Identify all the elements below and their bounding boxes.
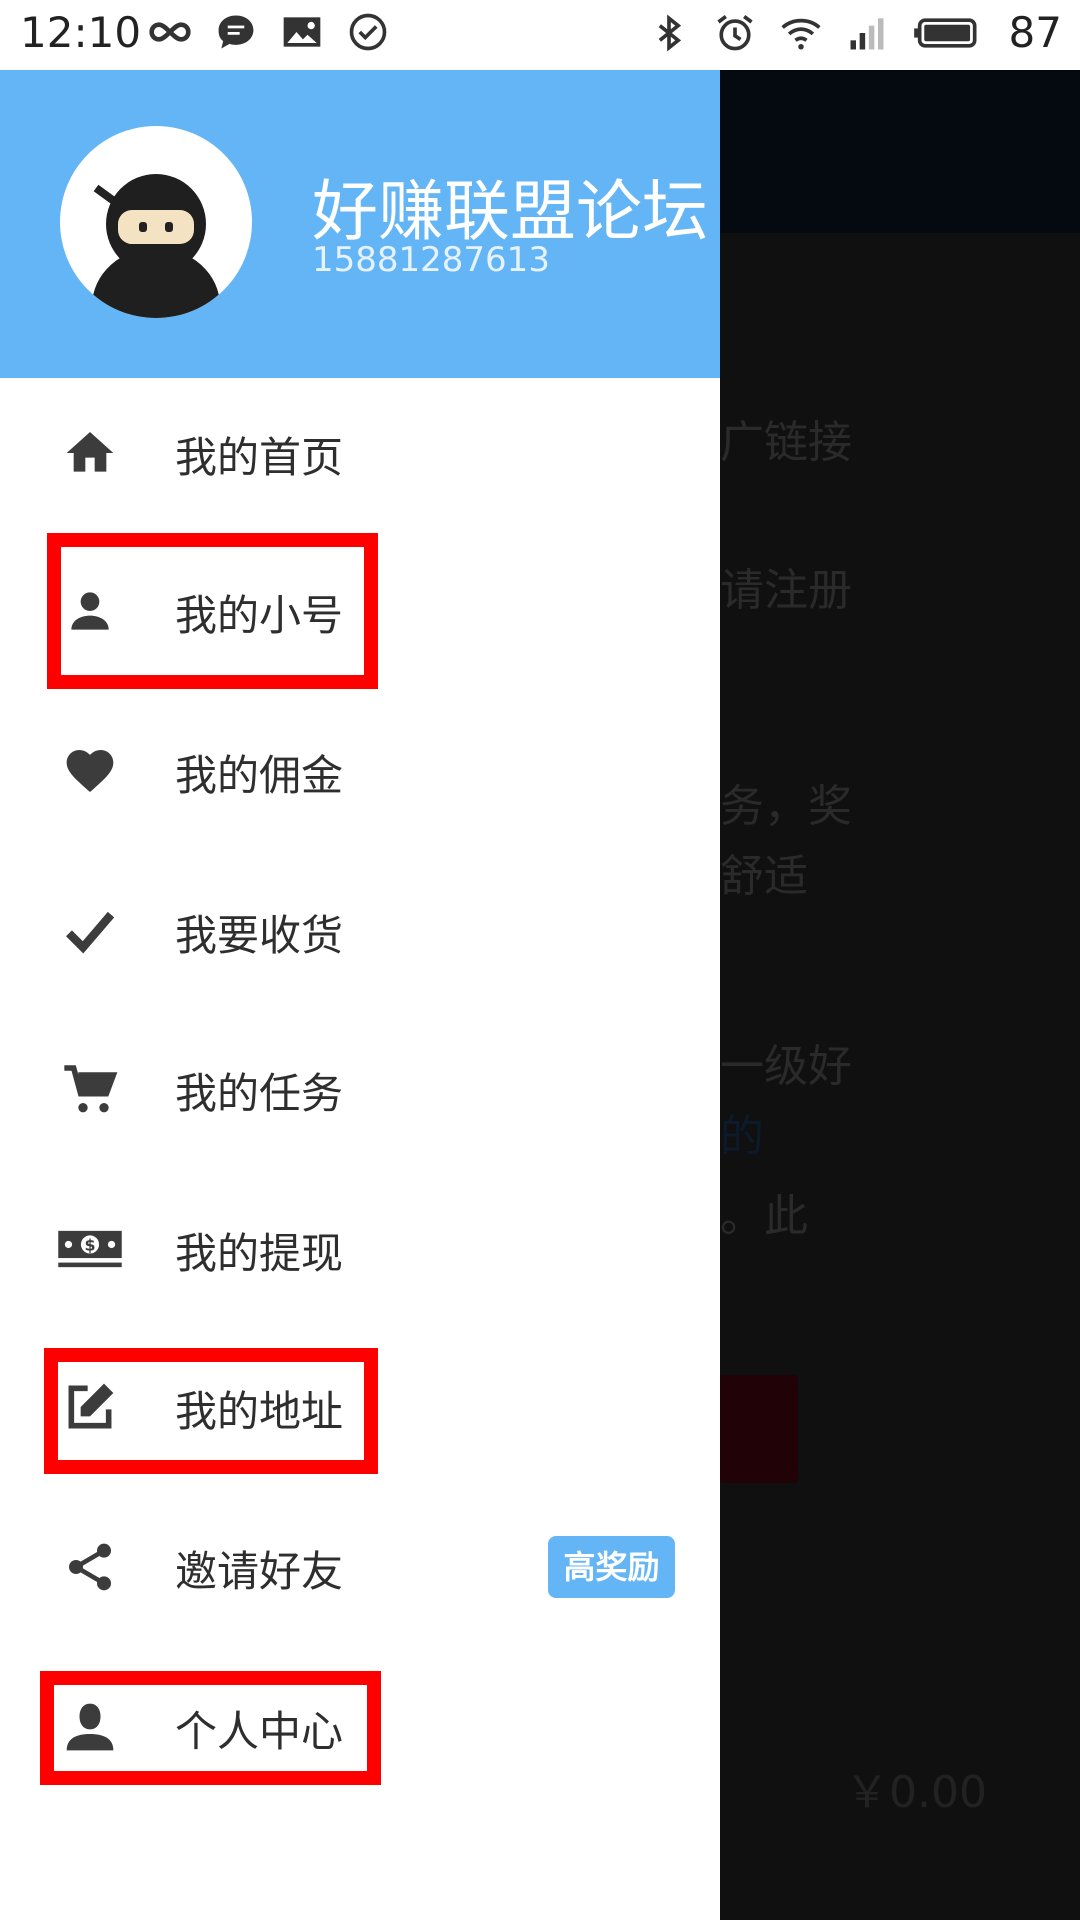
menu-item-withdraw[interactable]: $ 我的提现 [0, 1174, 720, 1324]
highlight-box [40, 1671, 381, 1785]
menu-item-tasks[interactable]: 我的任务 [0, 1014, 720, 1164]
background-price: ￥0.00 [845, 1767, 987, 1818]
chat-bubble-icon [218, 15, 254, 49]
menu-item-label: 我的首页 [175, 433, 344, 482]
image-icon [283, 17, 321, 47]
heart-icon [66, 750, 114, 792]
highlight-box [47, 533, 378, 689]
background-text: 舒适 [720, 851, 808, 902]
background-text: 。此 [720, 1191, 808, 1242]
highlight-box [44, 1348, 378, 1474]
signal-icon [850, 17, 884, 49]
alarm-icon [716, 14, 753, 50]
status-bar: 12:10 87 [0, 0, 1080, 70]
background-text: 务，奖 [720, 781, 852, 832]
menu-item-label: 我的提现 [175, 1229, 344, 1278]
check-icon [66, 911, 115, 954]
status-time: 12:10 [20, 8, 142, 57]
check-circle-icon [349, 13, 387, 51]
menu-item-receive-goods[interactable]: 我要收货 [0, 856, 720, 1006]
menu-item-label: 我的佣金 [175, 751, 344, 800]
battery-icon [913, 17, 977, 48]
background-text: 一级好 [720, 1041, 852, 1092]
ninja-avatar-icon [92, 174, 220, 318]
menu-item-commission[interactable]: 我的佣金 [0, 696, 720, 846]
bluetooth-icon [658, 14, 681, 51]
phone-number: 15881287613 [312, 240, 550, 280]
home-icon [66, 432, 114, 472]
menu-item-invite-friends[interactable]: 邀请好友 高奖励 [0, 1492, 720, 1642]
money-icon: $ [58, 1230, 122, 1268]
menu-item-home[interactable]: 我的首页 [0, 378, 720, 528]
menu-item-label: 邀请好友 [175, 1547, 344, 1596]
avatar[interactable] [60, 126, 252, 318]
menu-item-label: 我的任务 [175, 1069, 344, 1118]
background-button [720, 1375, 798, 1483]
reward-badge: 高奖励 [548, 1536, 675, 1598]
drawer-header: 好赚联盟论坛 15881287613 [0, 70, 720, 378]
share-icon [69, 1543, 111, 1591]
background-text: 的 [720, 1111, 764, 1162]
background-text: 广链接 [720, 417, 852, 468]
navigation-drawer: 好赚联盟论坛 15881287613 我的首页 我的小号 我的佣金 我要收货 我… [0, 70, 720, 1920]
background-text: 请注册 [720, 565, 852, 616]
wifi-icon [780, 18, 821, 49]
infinity-icon [149, 22, 191, 42]
svg-text:$: $ [84, 1235, 95, 1254]
menu-item-label: 我要收货 [175, 911, 344, 960]
battery-level: 87 [1008, 8, 1062, 57]
cart-icon [64, 1065, 118, 1113]
